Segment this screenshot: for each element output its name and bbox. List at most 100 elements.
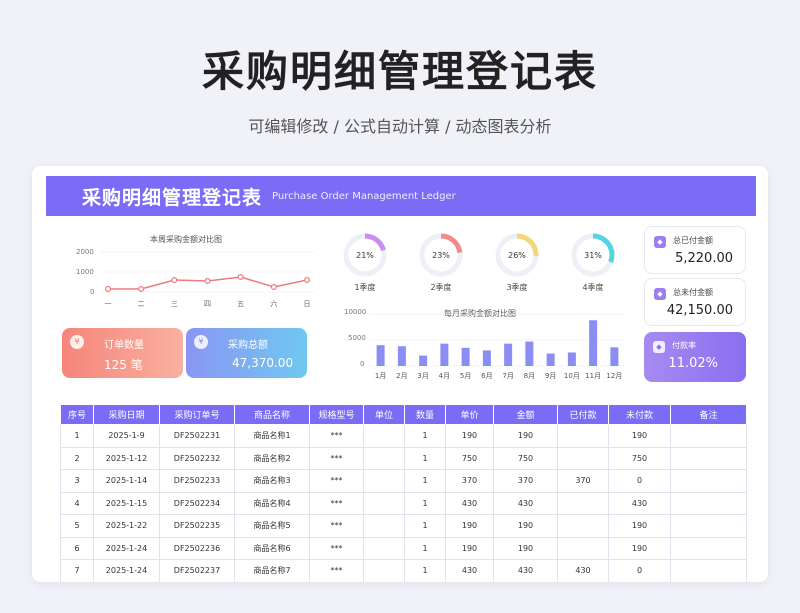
table-cell[interactable] xyxy=(363,536,405,560)
table-cell[interactable] xyxy=(557,536,609,560)
table-cell[interactable]: 商品名称5 xyxy=(234,514,310,538)
table-cell[interactable] xyxy=(557,514,609,538)
table-cell[interactable]: 370 xyxy=(557,469,609,493)
table-cell[interactable]: 190 xyxy=(493,514,558,538)
table-row[interactable]: 6 2025-1-24 DF2502236 商品名称6 *** 1 190 190 190 xyxy=(60,536,747,560)
table-cell[interactable]: 商品名称7 xyxy=(234,559,310,582)
table-row[interactable]: 7 2025-1-24 DF2502237 商品名称7 *** 1 430 430 430 0 xyxy=(60,559,747,582)
table-cell[interactable]: DF2502235 xyxy=(159,514,235,538)
table-cell[interactable] xyxy=(557,446,609,470)
table-cell[interactable]: 370 xyxy=(493,469,558,493)
column-header[interactable]: 未付款 xyxy=(608,404,671,425)
table-cell[interactable] xyxy=(670,491,747,515)
table-cell[interactable]: 商品名称2 xyxy=(234,446,310,470)
table-cell[interactable]: 7 xyxy=(60,559,94,582)
table-cell[interactable]: 2025-1-14 xyxy=(93,469,160,493)
table-cell[interactable] xyxy=(670,446,747,470)
table-cell[interactable]: 2025-1-15 xyxy=(93,491,160,515)
table-row[interactable]: 5 2025-1-22 DF2502235 商品名称5 *** 1 190 190 190 xyxy=(60,514,747,538)
table-cell[interactable]: DF2502234 xyxy=(159,491,235,515)
table-cell[interactable]: 750 xyxy=(493,446,558,470)
table-cell[interactable]: 2025-1-9 xyxy=(93,424,160,448)
table-cell[interactable]: 190 xyxy=(445,536,494,560)
column-header[interactable]: 采购订单号 xyxy=(159,404,235,425)
table-cell[interactable]: 430 xyxy=(608,491,671,515)
table-cell[interactable]: 5 xyxy=(60,514,94,538)
table-row[interactable]: 1 2025-1-9 DF2502231 商品名称1 *** 1 190 190 190 xyxy=(60,424,747,448)
table-row[interactable]: 3 2025-1-14 DF2502233 商品名称3 *** 1 370 370 370 0 xyxy=(60,469,747,493)
table-cell[interactable]: 2 xyxy=(60,446,94,470)
table-cell[interactable]: 370 xyxy=(445,469,494,493)
table-cell[interactable] xyxy=(363,491,405,515)
table-cell[interactable]: 1 xyxy=(404,559,446,582)
table-cell[interactable] xyxy=(363,446,405,470)
table-cell[interactable]: 商品名称3 xyxy=(234,469,310,493)
table-cell[interactable]: 1 xyxy=(404,446,446,470)
table-cell[interactable]: 750 xyxy=(445,446,494,470)
table-cell[interactable] xyxy=(363,424,405,448)
table-cell[interactable] xyxy=(670,424,747,448)
column-header[interactable]: 单价 xyxy=(445,404,494,425)
table-cell[interactable]: DF2502236 xyxy=(159,536,235,560)
column-header[interactable]: 数量 xyxy=(404,404,446,425)
table-cell[interactable]: 190 xyxy=(493,536,558,560)
table-cell[interactable]: 商品名称1 xyxy=(234,424,310,448)
table-cell[interactable]: 1 xyxy=(404,536,446,560)
table-cell[interactable]: 430 xyxy=(445,491,494,515)
table-cell[interactable]: 1 xyxy=(404,469,446,493)
table-row[interactable]: 2 2025-1-12 DF2502232 商品名称2 *** 1 750 750 750 xyxy=(60,446,747,470)
table-cell[interactable]: DF2502232 xyxy=(159,446,235,470)
table-cell[interactable]: 430 xyxy=(493,559,558,582)
table-cell[interactable]: 商品名称4 xyxy=(234,491,310,515)
table-cell[interactable]: DF2502237 xyxy=(159,559,235,582)
table-cell[interactable]: 2025-1-24 xyxy=(93,559,160,582)
table-cell[interactable]: *** xyxy=(309,469,364,493)
column-header[interactable]: 备注 xyxy=(670,404,747,425)
table-cell[interactable] xyxy=(363,514,405,538)
table-cell[interactable]: 430 xyxy=(445,559,494,582)
table-cell[interactable]: DF2502231 xyxy=(159,424,235,448)
table-cell[interactable]: *** xyxy=(309,446,364,470)
table-cell[interactable]: 430 xyxy=(557,559,609,582)
table-cell[interactable] xyxy=(670,514,747,538)
table-cell[interactable]: *** xyxy=(309,536,364,560)
table-cell[interactable]: 1 xyxy=(404,491,446,515)
table-cell[interactable]: 190 xyxy=(608,514,671,538)
table-cell[interactable]: 1 xyxy=(404,514,446,538)
table-cell[interactable]: 190 xyxy=(608,424,671,448)
table-cell[interactable]: 1 xyxy=(60,424,94,448)
table-cell[interactable]: *** xyxy=(309,491,364,515)
table-cell[interactable] xyxy=(557,424,609,448)
table-cell[interactable]: 0 xyxy=(608,559,671,582)
table-cell[interactable]: DF2502233 xyxy=(159,469,235,493)
table-cell[interactable]: 0 xyxy=(608,469,671,493)
table-cell[interactable]: *** xyxy=(309,424,364,448)
table-row[interactable]: 4 2025-1-15 DF2502234 商品名称4 *** 1 430 430 430 xyxy=(60,491,747,515)
table-cell[interactable] xyxy=(670,536,747,560)
table-cell[interactable]: 商品名称6 xyxy=(234,536,310,560)
table-cell[interactable]: *** xyxy=(309,559,364,582)
table-cell[interactable]: 6 xyxy=(60,536,94,560)
table-cell[interactable]: 1 xyxy=(404,424,446,448)
table-cell[interactable]: 190 xyxy=(445,514,494,538)
table-cell[interactable] xyxy=(363,559,405,582)
table-cell[interactable]: 190 xyxy=(608,536,671,560)
column-header[interactable]: 单位 xyxy=(363,404,405,425)
table-cell[interactable]: 430 xyxy=(493,491,558,515)
table-cell[interactable] xyxy=(557,491,609,515)
table-cell[interactable]: 2025-1-24 xyxy=(93,536,160,560)
table-cell[interactable]: 3 xyxy=(60,469,94,493)
table-cell[interactable]: 2025-1-22 xyxy=(93,514,160,538)
table-cell[interactable]: 2025-1-12 xyxy=(93,446,160,470)
table-cell[interactable]: 190 xyxy=(493,424,558,448)
table-cell[interactable]: 190 xyxy=(445,424,494,448)
table-cell[interactable]: 750 xyxy=(608,446,671,470)
table-cell[interactable] xyxy=(363,469,405,493)
column-header[interactable]: 已付款 xyxy=(557,404,609,425)
column-header[interactable]: 序号 xyxy=(60,404,94,425)
table-cell[interactable]: *** xyxy=(309,514,364,538)
column-header[interactable]: 规格型号 xyxy=(309,404,364,425)
column-header[interactable]: 商品名称 xyxy=(234,404,310,425)
table-cell[interactable] xyxy=(670,559,747,582)
column-header[interactable]: 金额 xyxy=(493,404,558,425)
